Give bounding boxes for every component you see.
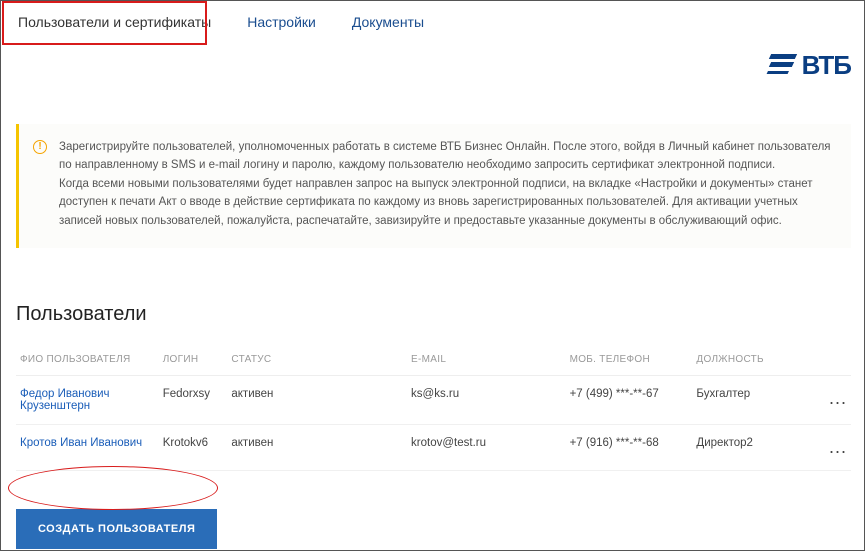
user-name-link[interactable]: Федор Иванович Крузенштерн: [16, 375, 159, 424]
col-header-email: E-mail: [407, 344, 566, 376]
col-header-name: ФИО пользователя: [16, 344, 159, 376]
create-user-button[interactable]: Создать пользователя: [16, 509, 217, 549]
col-header-phone: Моб. телефон: [566, 344, 693, 376]
tabs-bar: Пользователи и сертификаты Настройки Док…: [0, 0, 867, 44]
table-row: Кротов Иван Иванович Krotokv6 активен kr…: [16, 424, 851, 470]
user-phone: +7 (916) ***-**-68: [566, 424, 693, 470]
user-position: Бухгалтер: [692, 375, 819, 424]
table-row: Федор Иванович Крузенштерн Fedorxsy акти…: [16, 375, 851, 424]
tab-documents[interactable]: Документы: [334, 0, 442, 44]
users-table: ФИО пользователя Логин Статус E-mail Моб…: [16, 344, 851, 471]
user-phone: +7 (499) ***-**-67: [566, 375, 693, 424]
user-status: активен: [227, 424, 407, 470]
col-header-position: Должность: [692, 344, 819, 376]
user-login: Fedorxsy: [159, 375, 228, 424]
row-actions-icon[interactable]: ...: [819, 375, 851, 424]
user-position: Директор2: [692, 424, 819, 470]
user-login: Krotokv6: [159, 424, 228, 470]
row-actions-icon[interactable]: ...: [819, 424, 851, 470]
col-header-login: Логин: [159, 344, 228, 376]
tab-settings[interactable]: Настройки: [229, 0, 334, 44]
vtb-logo: ВТБ: [770, 50, 851, 81]
info-icon: !: [33, 140, 47, 154]
section-title-users: Пользователи: [16, 303, 851, 326]
vtb-logo-icon: [770, 54, 798, 78]
info-text: Зарегистрируйте пользователей, уполномоч…: [59, 138, 835, 230]
tab-users[interactable]: Пользователи и сертификаты: [0, 0, 229, 44]
col-header-actions: [819, 344, 851, 376]
user-email: krotov@test.ru: [407, 424, 566, 470]
col-header-status: Статус: [227, 344, 407, 376]
user-name-link[interactable]: Кротов Иван Иванович: [16, 424, 159, 470]
user-email: ks@ks.ru: [407, 375, 566, 424]
vtb-logo-text: ВТБ: [802, 50, 851, 81]
user-status: активен: [227, 375, 407, 424]
info-banner: ! Зарегистрируйте пользователей, уполном…: [16, 124, 851, 248]
